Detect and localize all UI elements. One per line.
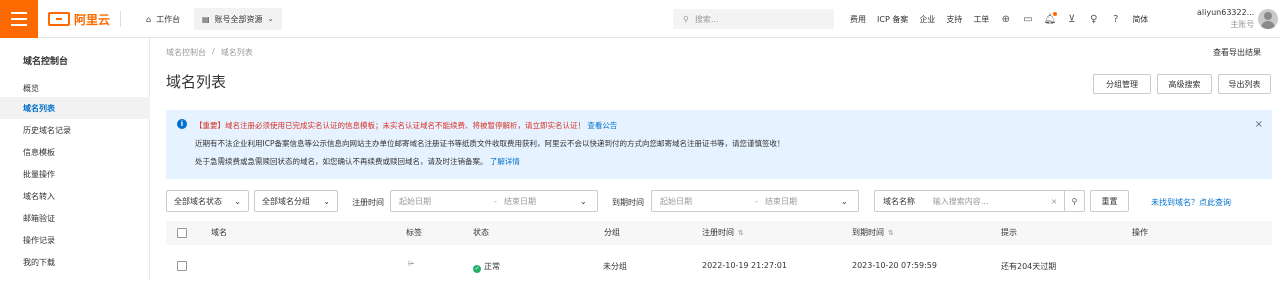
search-icon[interactable]: ⚲ (1064, 191, 1084, 211)
home-icon: ⌂ (146, 14, 152, 24)
reg-time-cell: 2022-10-19 21:27:01 (702, 261, 787, 270)
domain-search-box: 域名名称 输入搜索内容... × ⚲ (874, 190, 1085, 212)
reg-end-input[interactable]: 结束日期 (504, 196, 580, 207)
exp-time-label: 到期时间 (612, 198, 644, 207)
global-search-input[interactable]: ⚲ 搜索... (673, 9, 834, 29)
chevron-down-icon: ⌄ (580, 196, 587, 206)
chevron-down-icon: ⌄ (323, 196, 330, 206)
top-navbar: 阿里云 ⌂ 工作台 ▤ 账号全部资源 ⌄ ⚲ 搜索... 费用 ICP 备案 企… (0, 0, 1280, 38)
user-name: aliyun63322... (1197, 8, 1255, 17)
sidebar-item-templates[interactable]: 信息模板 (0, 141, 150, 163)
link-ticket[interactable]: 工单 (973, 14, 989, 25)
lightbulb-icon[interactable]: ♀ (1088, 14, 1099, 25)
tag-icon[interactable]: ⌲ (408, 259, 414, 269)
exp-time-cell: 2023-10-20 07:59:59 (852, 261, 937, 270)
resources-dropdown[interactable]: ▤ 账号全部资源 ⌄ (194, 8, 282, 30)
table-header: 域名 标签 状态 分组 注册时间 ⇅ 到期时间 ⇅ 提示 操作 (166, 221, 1272, 245)
menu-icon[interactable] (0, 0, 38, 38)
terminal-icon[interactable]: ▭ (1022, 14, 1033, 25)
page-title: 域名列表 (166, 73, 227, 91)
table-row: ⌲ ✓ 正常 未分组 2022-10-19 21:27:01 2023-10-20… (166, 245, 1272, 281)
sidebar: 域名控制台 概览 域名列表 历史域名记录 信息模板 批量操作 域名转入 邮箱验证… (0, 38, 150, 281)
col-tip: 提示 (1001, 228, 1017, 237)
status-select[interactable]: 全部域名状态 ⌄ (166, 190, 249, 212)
notice-line-2: 近期有不法企业利用ICP备案信息等公示信息向网站主办单位邮寄域名注册证书等纸质文… (195, 139, 785, 148)
user-info[interactable]: aliyun63322... 主账号 (1197, 7, 1254, 31)
user-role: 主账号 (1230, 20, 1255, 29)
cloud-shell-icon[interactable]: ⊕ (1000, 14, 1011, 25)
reset-button[interactable]: 重置 (1090, 190, 1129, 212)
status-cell: ✓ 正常 (473, 262, 500, 273)
chevron-down-icon: ⌄ (267, 15, 274, 23)
sidebar-title: 域名控制台 (23, 57, 69, 67)
exp-end-input[interactable]: 结束日期 (765, 196, 841, 207)
name-label: 域名名称 (883, 196, 915, 206)
group-cell: 未分组 (603, 262, 627, 271)
export-list-button[interactable]: 导出列表 (1218, 74, 1271, 94)
info-icon: i (177, 119, 187, 129)
notice-line-3: 处于急需续费或急需赎回状态的域名，如您确认不再续费或赎回域名，请及时注销备案。 … (195, 157, 520, 166)
export-results-link[interactable]: 查看导出结果 (1213, 47, 1261, 58)
sidebar-item-downloads[interactable]: 我的下载 (0, 251, 150, 273)
col-group: 分组 (604, 228, 620, 237)
reg-date-range[interactable]: 起始日期 - 结束日期 ⌄ (390, 190, 598, 212)
select-all-checkbox[interactable] (177, 228, 187, 238)
chevron-down-icon: ⌄ (841, 196, 848, 206)
reg-time-label: 注册时间 (352, 198, 384, 207)
sidebar-item-op-log[interactable]: 操作记录 (0, 229, 150, 251)
chevron-down-icon: ⌄ (234, 196, 241, 206)
logo-icon (48, 12, 70, 26)
reg-start-input[interactable]: 起始日期 (399, 196, 494, 207)
sort-icon: ⇅ (888, 229, 894, 237)
tip-cell: 还有204天过期 (1001, 262, 1057, 271)
close-icon[interactable]: × (1255, 119, 1263, 130)
exp-date-range[interactable]: 起始日期 - 结束日期 ⌄ (651, 190, 859, 212)
sidebar-item-transfer[interactable]: 域名转入 (0, 185, 150, 207)
domain-search-input[interactable]: 输入搜索内容... (933, 196, 1044, 207)
not-found-link[interactable]: 未找到域名？点此查询 (1151, 197, 1231, 208)
breadcrumb-item-current: 域名列表 (220, 48, 253, 57)
col-domain: 域名 (211, 228, 227, 237)
language-switch[interactable]: 简体 (1132, 14, 1148, 25)
avatar[interactable] (1258, 9, 1278, 29)
clear-icon[interactable]: × (1044, 197, 1064, 206)
top-links: 费用 ICP 备案 企业 支持 工单 ⊕ ▭ 🔔︎ ⊻ ♀ ? 简体 (850, 0, 1148, 38)
sort-icon: ⇅ (738, 229, 744, 237)
sidebar-item-overview[interactable]: 概览 (0, 77, 150, 99)
aliyun-logo[interactable]: 阿里云 (48, 11, 110, 27)
group-select[interactable]: 全部域名分组 ⌄ (254, 190, 338, 212)
row-checkbox[interactable] (177, 261, 187, 271)
col-tag: 标签 (406, 228, 422, 237)
bell-icon[interactable]: 🔔︎ (1043, 11, 1058, 25)
sidebar-item-email-verify[interactable]: 邮箱验证 (0, 207, 150, 229)
link-support[interactable]: 支持 (946, 14, 962, 25)
group-manage-button[interactable]: 分组管理 (1093, 74, 1151, 94)
col-actions: 操作 (1132, 228, 1148, 237)
notice-line-1: 【重要】域名注册必须使用已完成实名认证的信息模板；未实名认证域名不能续费、将被暂… (195, 121, 618, 130)
breadcrumb: 域名控制台 / 域名列表 (166, 47, 253, 58)
cart-icon[interactable]: ⊻ (1066, 14, 1077, 25)
exp-start-input[interactable]: 起始日期 (660, 196, 755, 207)
help-icon[interactable]: ? (1110, 14, 1121, 25)
sidebar-item-history[interactable]: 历史域名记录 (0, 119, 150, 141)
sidebar-item-batch[interactable]: 批量操作 (0, 163, 150, 185)
learn-more-link[interactable]: 了解详情 (490, 157, 520, 166)
resources-icon: ▤ (202, 14, 210, 24)
workbench-link[interactable]: ⌂ 工作台 (138, 8, 188, 30)
breadcrumb-item-console[interactable]: 域名控制台 (166, 47, 206, 58)
link-fees[interactable]: 费用 (850, 14, 866, 25)
view-announcement-link[interactable]: 查看公告 (587, 121, 617, 130)
col-exp-time[interactable]: 到期时间 ⇅ (852, 227, 894, 238)
col-reg-time[interactable]: 注册时间 ⇅ (702, 227, 744, 238)
link-icp[interactable]: ICP 备案 (877, 14, 908, 25)
logo-text: 阿里云 (74, 12, 111, 27)
link-enterprise[interactable]: 企业 (919, 14, 935, 25)
check-circle-icon: ✓ (473, 265, 481, 273)
col-status: 状态 (473, 228, 489, 237)
notice-banner: i 【重要】域名注册必须使用已完成实名认证的信息模板；未实名认证域名不能续费、将… (166, 110, 1272, 179)
sidebar-item-domain-list[interactable]: 域名列表 (0, 97, 150, 119)
search-icon: ⚲ (683, 14, 689, 24)
advanced-search-button[interactable]: 高级搜索 (1157, 74, 1212, 94)
